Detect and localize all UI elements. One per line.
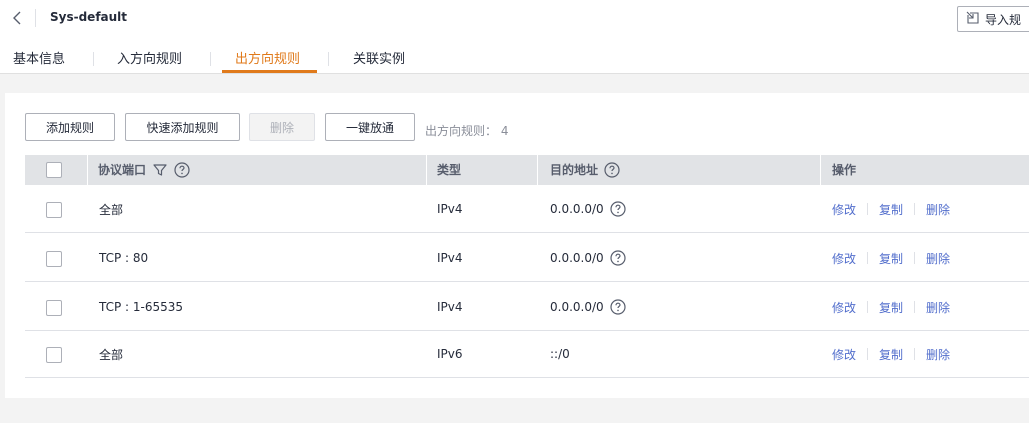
tab-bar: 基本信息 入方向规则 出方向规则 关联实例 [0,44,1029,74]
rule-count: 出方向规则： 4 [425,122,508,139]
row-checkbox[interactable] [46,202,62,218]
modify-link[interactable]: 修改 [832,201,856,218]
operations-cell: 修改 复制 删除 [832,248,950,268]
column-divider [820,155,821,185]
op-separator [914,348,916,360]
column-operation: 操作 [832,163,857,177]
op-separator [867,301,869,313]
op-separator [914,203,916,215]
protocol-port-cell: TCP : 80 [99,251,149,265]
destination-value: ::/0 [550,347,570,361]
tab-separator [93,52,94,66]
destination-value: 0.0.0.0/0 [550,202,604,216]
tab-separator [328,52,329,66]
copy-link[interactable]: 复制 [879,250,903,267]
rule-count-label: 出方向规则： [425,124,498,138]
destination-cell: 0.0.0.0/0 [550,297,626,317]
operations-cell: 修改 复制 删除 [832,297,950,317]
delete-link[interactable]: 删除 [926,250,950,267]
modify-link[interactable]: 修改 [832,346,856,363]
back-chevron-icon[interactable] [8,8,28,28]
help-icon[interactable] [610,201,626,217]
delete-link[interactable]: 删除 [926,201,950,218]
modify-link[interactable]: 修改 [832,299,856,316]
tab-associated-instances[interactable]: 关联实例 [353,48,405,67]
operations-cell: 修改 复制 删除 [832,344,950,364]
row-checkbox[interactable] [46,347,62,363]
type-cell: IPv4 [437,202,463,216]
top-bar: Sys-default 导入规 基本信息 入方向规则 出方向规则 关联实例 [0,0,1029,74]
destination-cell: 0.0.0.0/0 [550,199,626,219]
protocol-port-cell: TCP : 1-65535 [99,300,184,314]
protocol-port-cell: 全部 [99,202,124,217]
add-rule-button[interactable]: 添加规则 [25,113,115,141]
operations-cell: 修改 复制 删除 [832,199,950,219]
destination-value: 0.0.0.0/0 [550,300,604,314]
destination-value: 0.0.0.0/0 [550,251,604,265]
table-header: 协议端口 类型 目的地址 操作 [25,155,1029,185]
type-cell: IPv4 [437,251,463,265]
tabs-bottom-border [0,73,1029,74]
quick-add-rule-button[interactable]: 快速添加规则 [125,113,240,141]
protocol-port-cell: 全部 [99,347,124,362]
column-protocol-port: 协议端口 [98,155,190,185]
row-checkbox[interactable] [46,300,62,316]
copy-link[interactable]: 复制 [879,299,903,316]
rules-panel: 添加规则 快速添加规则 删除 一键放通 出方向规则： 4 协议端口 类型 目的地… [5,93,1029,398]
import-icon [966,11,980,28]
column-destination: 目的地址 [550,155,620,185]
column-divider [87,155,88,185]
tab-inbound-rules[interactable]: 入方向规则 [117,48,182,67]
type-cell: IPv6 [437,347,463,361]
copy-link[interactable]: 复制 [879,346,903,363]
delete-link[interactable]: 删除 [926,299,950,316]
op-separator [914,252,916,264]
import-rules-button[interactable]: 导入规 [957,6,1029,32]
table-row: 全部 IPv6 ::/0 修改 复制 删除 [25,332,1029,378]
column-protocol-port-label: 协议端口 [98,163,147,177]
copy-link[interactable]: 复制 [879,201,903,218]
rule-count-value: 4 [500,124,509,138]
column-divider [426,155,427,185]
row-checkbox[interactable] [46,251,62,267]
page-title: Sys-default [50,10,128,24]
tab-separator [210,52,211,66]
op-separator [867,252,869,264]
help-icon[interactable] [610,250,626,266]
column-divider [537,155,538,185]
table-row: TCP : 80 IPv4 0.0.0.0/0 修改 复制 删除 [25,234,1029,282]
filter-icon[interactable] [152,162,168,178]
column-destination-label: 目的地址 [550,163,599,177]
op-separator [914,301,916,313]
destination-cell: ::/0 [550,344,570,364]
op-separator [867,203,869,215]
select-all-checkbox[interactable] [46,162,62,178]
help-icon[interactable] [610,299,626,315]
title-divider [35,9,36,27]
destination-cell: 0.0.0.0/0 [550,248,626,268]
table-row: TCP : 1-65535 IPv4 0.0.0.0/0 修改 复制 删除 [25,283,1029,331]
help-icon[interactable] [604,162,620,178]
help-icon[interactable] [174,162,190,178]
delete-button[interactable]: 删除 [249,113,315,141]
import-button-label: 导入规 [985,12,1022,27]
op-separator [867,348,869,360]
delete-link[interactable]: 删除 [926,346,950,363]
column-type: 类型 [437,163,462,177]
tab-basic-info[interactable]: 基本信息 [13,48,65,67]
tab-outbound-rules[interactable]: 出方向规则 [235,48,300,67]
modify-link[interactable]: 修改 [832,250,856,267]
one-click-allow-button[interactable]: 一键放通 [325,113,415,141]
table-row: 全部 IPv4 0.0.0.0/0 修改 复制 删除 [25,185,1029,233]
type-cell: IPv4 [437,300,463,314]
